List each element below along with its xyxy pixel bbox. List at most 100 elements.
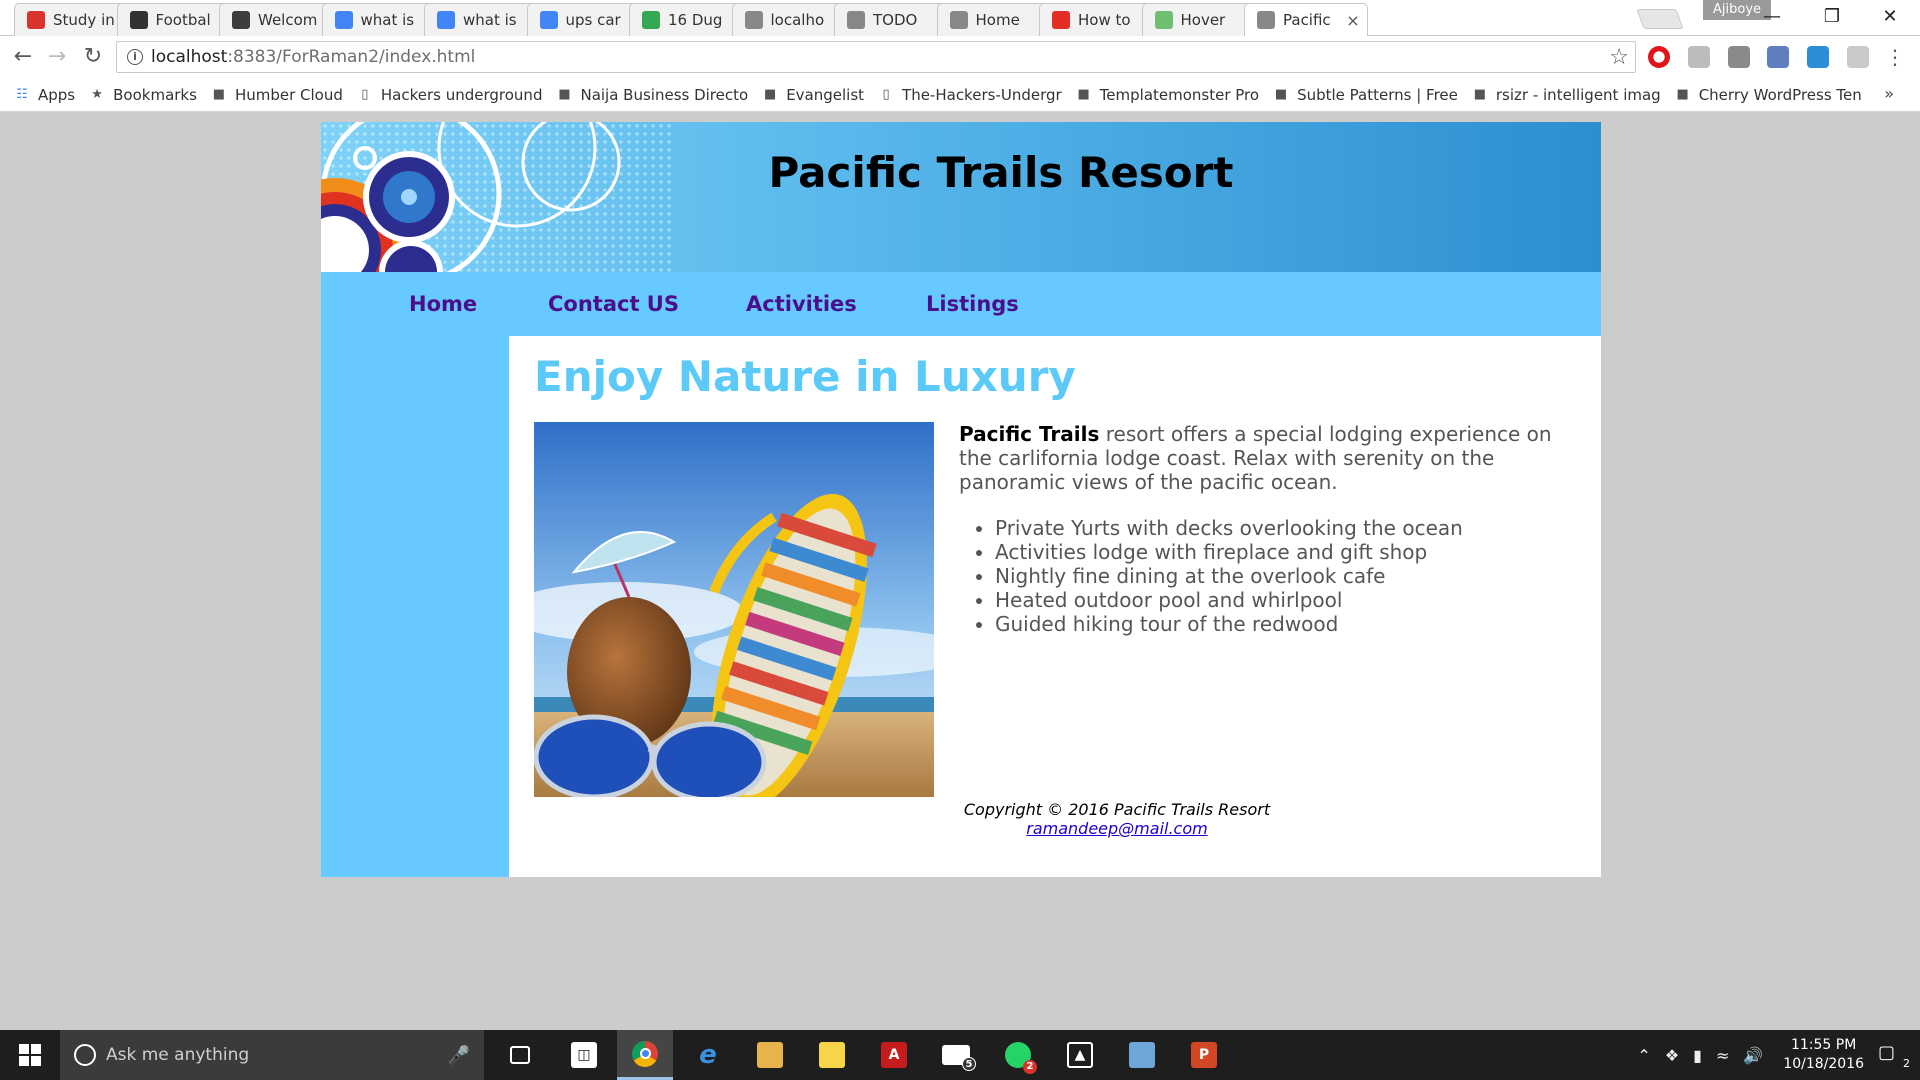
bookmark-item[interactable]: ■ Cherry WordPress Ten [1675,86,1862,104]
youtube-icon [1052,11,1070,29]
clock-time: 11:55 PM [1790,1037,1857,1053]
back-icon[interactable]: ← [8,42,38,72]
drive-extension-icon[interactable] [1847,46,1869,68]
cube-extension-icon[interactable] [1767,46,1789,68]
page-icon: ▯ [361,86,369,102]
page-icon [847,11,865,29]
tab-label: Study in [53,11,115,29]
close-window-icon[interactable]: ✕ [1870,4,1910,30]
task-view-icon [510,1046,530,1064]
bookmark-item[interactable]: ▯ Hackers underground [357,86,542,104]
info-icon[interactable]: i [127,49,143,65]
site-footer: Copyright © 2016 Pacific Trails Resort r… [509,800,1601,838]
bookmark-label: Bookmarks [113,85,197,104]
folder-icon [757,1042,783,1068]
system-tray: ⌃ ❖ ▮ ≈ 🔊 11:55 PM 10/18/2016 ▢ 2 [1637,1030,1920,1080]
bookmark-label: Templatemonster Pro [1099,85,1260,104]
email-link[interactable]: ramandeep@mail.com [1026,819,1207,838]
bookmark-star-icon[interactable]: ☆ [1609,45,1629,70]
show-hidden-icons-icon[interactable]: ⌃ [1637,1046,1650,1065]
start-button[interactable] [0,1030,60,1080]
bookmark-item[interactable]: ▯ The-Hackers-Undergr [878,85,1062,104]
bookmark-item[interactable]: ■ Humber Cloud [211,86,343,104]
bookmarks-list: ☷ Apps ★ Bookmarks ■ Humber Cloud ▯ Hackers und… [14,86,1876,104]
task-view-button[interactable] [492,1030,548,1080]
list-item: Private Yurts with decks overlooking the… [995,516,1463,540]
site-wrapper: Pacific Trails Resort Home Contact US Ac… [321,122,1601,877]
forward-icon[interactable]: → [42,42,72,72]
browser-tab[interactable]: Pacific × [1244,3,1368,36]
taskbar-acrobat[interactable]: A [866,1030,922,1080]
taskbar-edge[interactable]: e [680,1030,736,1080]
taskbar-store[interactable]: ◫ [556,1030,612,1080]
cortana-search-box[interactable]: Ask me anything 🎤 [60,1030,484,1080]
bookmarks-bar: ☷ Apps ★ Bookmarks ■ Humber Cloud ▯ Hackers und… [0,78,1920,112]
search-placeholder: Ask me anything [106,1045,250,1065]
bookmark-item[interactable]: ★ Bookmarks [89,86,197,104]
tab-label: localho [770,11,825,29]
minimize-icon[interactable]: — [1752,4,1792,30]
nav-activities-link[interactable]: Activities [746,292,857,316]
address-bar[interactable]: i localhost:8383/ForRaman2/index.html ☆ [116,41,1636,73]
bookmark-item[interactable]: ■ Templatemonster Pro [1076,85,1260,104]
tab-label: 16 Dug [668,11,723,29]
battery-icon[interactable]: ▮ [1693,1046,1702,1065]
tab-label: Footbal [155,11,211,29]
dropbox-tray-icon[interactable]: ❖ [1665,1046,1679,1065]
page-icon [744,11,763,29]
bookmark-item[interactable]: ■ Naija Business Directo [556,86,748,104]
cortana-icon [74,1044,96,1066]
google-maps-icon [642,11,660,29]
more-bookmarks-icon[interactable]: » [1884,84,1894,103]
taskbar-sticky-notes[interactable] [804,1030,860,1080]
tab-label: How to [1078,11,1131,29]
tab-label: what is [463,11,517,29]
reload-icon[interactable]: ↻ [78,42,108,72]
list-item: Nightly fine dining at the overlook cafe [995,564,1463,588]
book-icon: ■ [764,86,777,102]
url-text[interactable]: localhost:8383/ForRaman2/index.html [151,47,1609,67]
edge-icon: e [699,1040,717,1070]
taskbar-file-explorer[interactable] [742,1030,798,1080]
nav-listings-link[interactable]: Listings [926,292,1019,316]
tab-label: TODO [873,11,918,29]
nav-home-link[interactable]: Home [409,292,477,316]
snowflake-extension-icon[interactable] [1807,46,1829,68]
extension-icon[interactable] [1728,46,1750,68]
opera-extension-icon[interactable] [1648,46,1670,68]
list-item: Activities lodge with fireplace and gift… [995,540,1463,564]
tab-label: ups car [565,11,621,29]
system-clock[interactable]: 11:55 PM 10/18/2016 [1783,1036,1864,1074]
tab-close-icon[interactable]: × [1345,11,1361,30]
main-heading: Enjoy Nature in Luxury [534,352,1076,401]
templatemonster-icon: ■ [1077,86,1090,102]
taskbar-photos[interactable]: ▲ [1052,1030,1108,1080]
taskbar-chrome[interactable] [617,1030,673,1080]
bookmark-item[interactable]: ■ Evangelist [762,86,864,104]
be-site-icon [232,11,250,29]
taskbar-mail[interactable]: 5 [928,1030,984,1080]
taskbar-whatsapp[interactable]: 2 [990,1030,1046,1080]
volume-icon[interactable]: 🔊 [1743,1046,1763,1065]
bookmark-item[interactable]: ■ rsizr - intelligent imag [1472,86,1661,104]
taskbar-virtualbox[interactable] [1114,1030,1170,1080]
nav-contact-link[interactable]: Contact US [548,292,679,316]
url-path: :8383/ForRaman2/index.html [227,47,476,67]
bookmark-item[interactable]: ■ Subtle Patterns | Free [1273,86,1458,104]
tab-label: Hover [1180,11,1226,29]
bookmark-item[interactable]: ☷ Apps [14,86,75,104]
action-center-icon[interactable]: ▢ 2 [1878,1042,1910,1070]
mail-icon: 5 [942,1045,976,1071]
virtualbox-icon [1129,1042,1155,1068]
wifi-icon[interactable]: ≈ [1716,1046,1729,1065]
microphone-icon[interactable]: 🎤 [448,1045,470,1066]
restore-icon[interactable]: ❐ [1812,4,1852,30]
new-tab-button[interactable] [1636,9,1684,29]
sticky-notes-icon [819,1042,845,1068]
menu-icon[interactable]: ⋮ [1880,42,1910,72]
taskbar-powerpoint[interactable]: P [1176,1030,1232,1080]
bookmark-label: The-Hackers-Undergr [902,85,1062,104]
hex-site-icon [1154,11,1173,29]
page-icon [949,11,968,29]
dropbox-extension-icon[interactable] [1688,46,1710,68]
